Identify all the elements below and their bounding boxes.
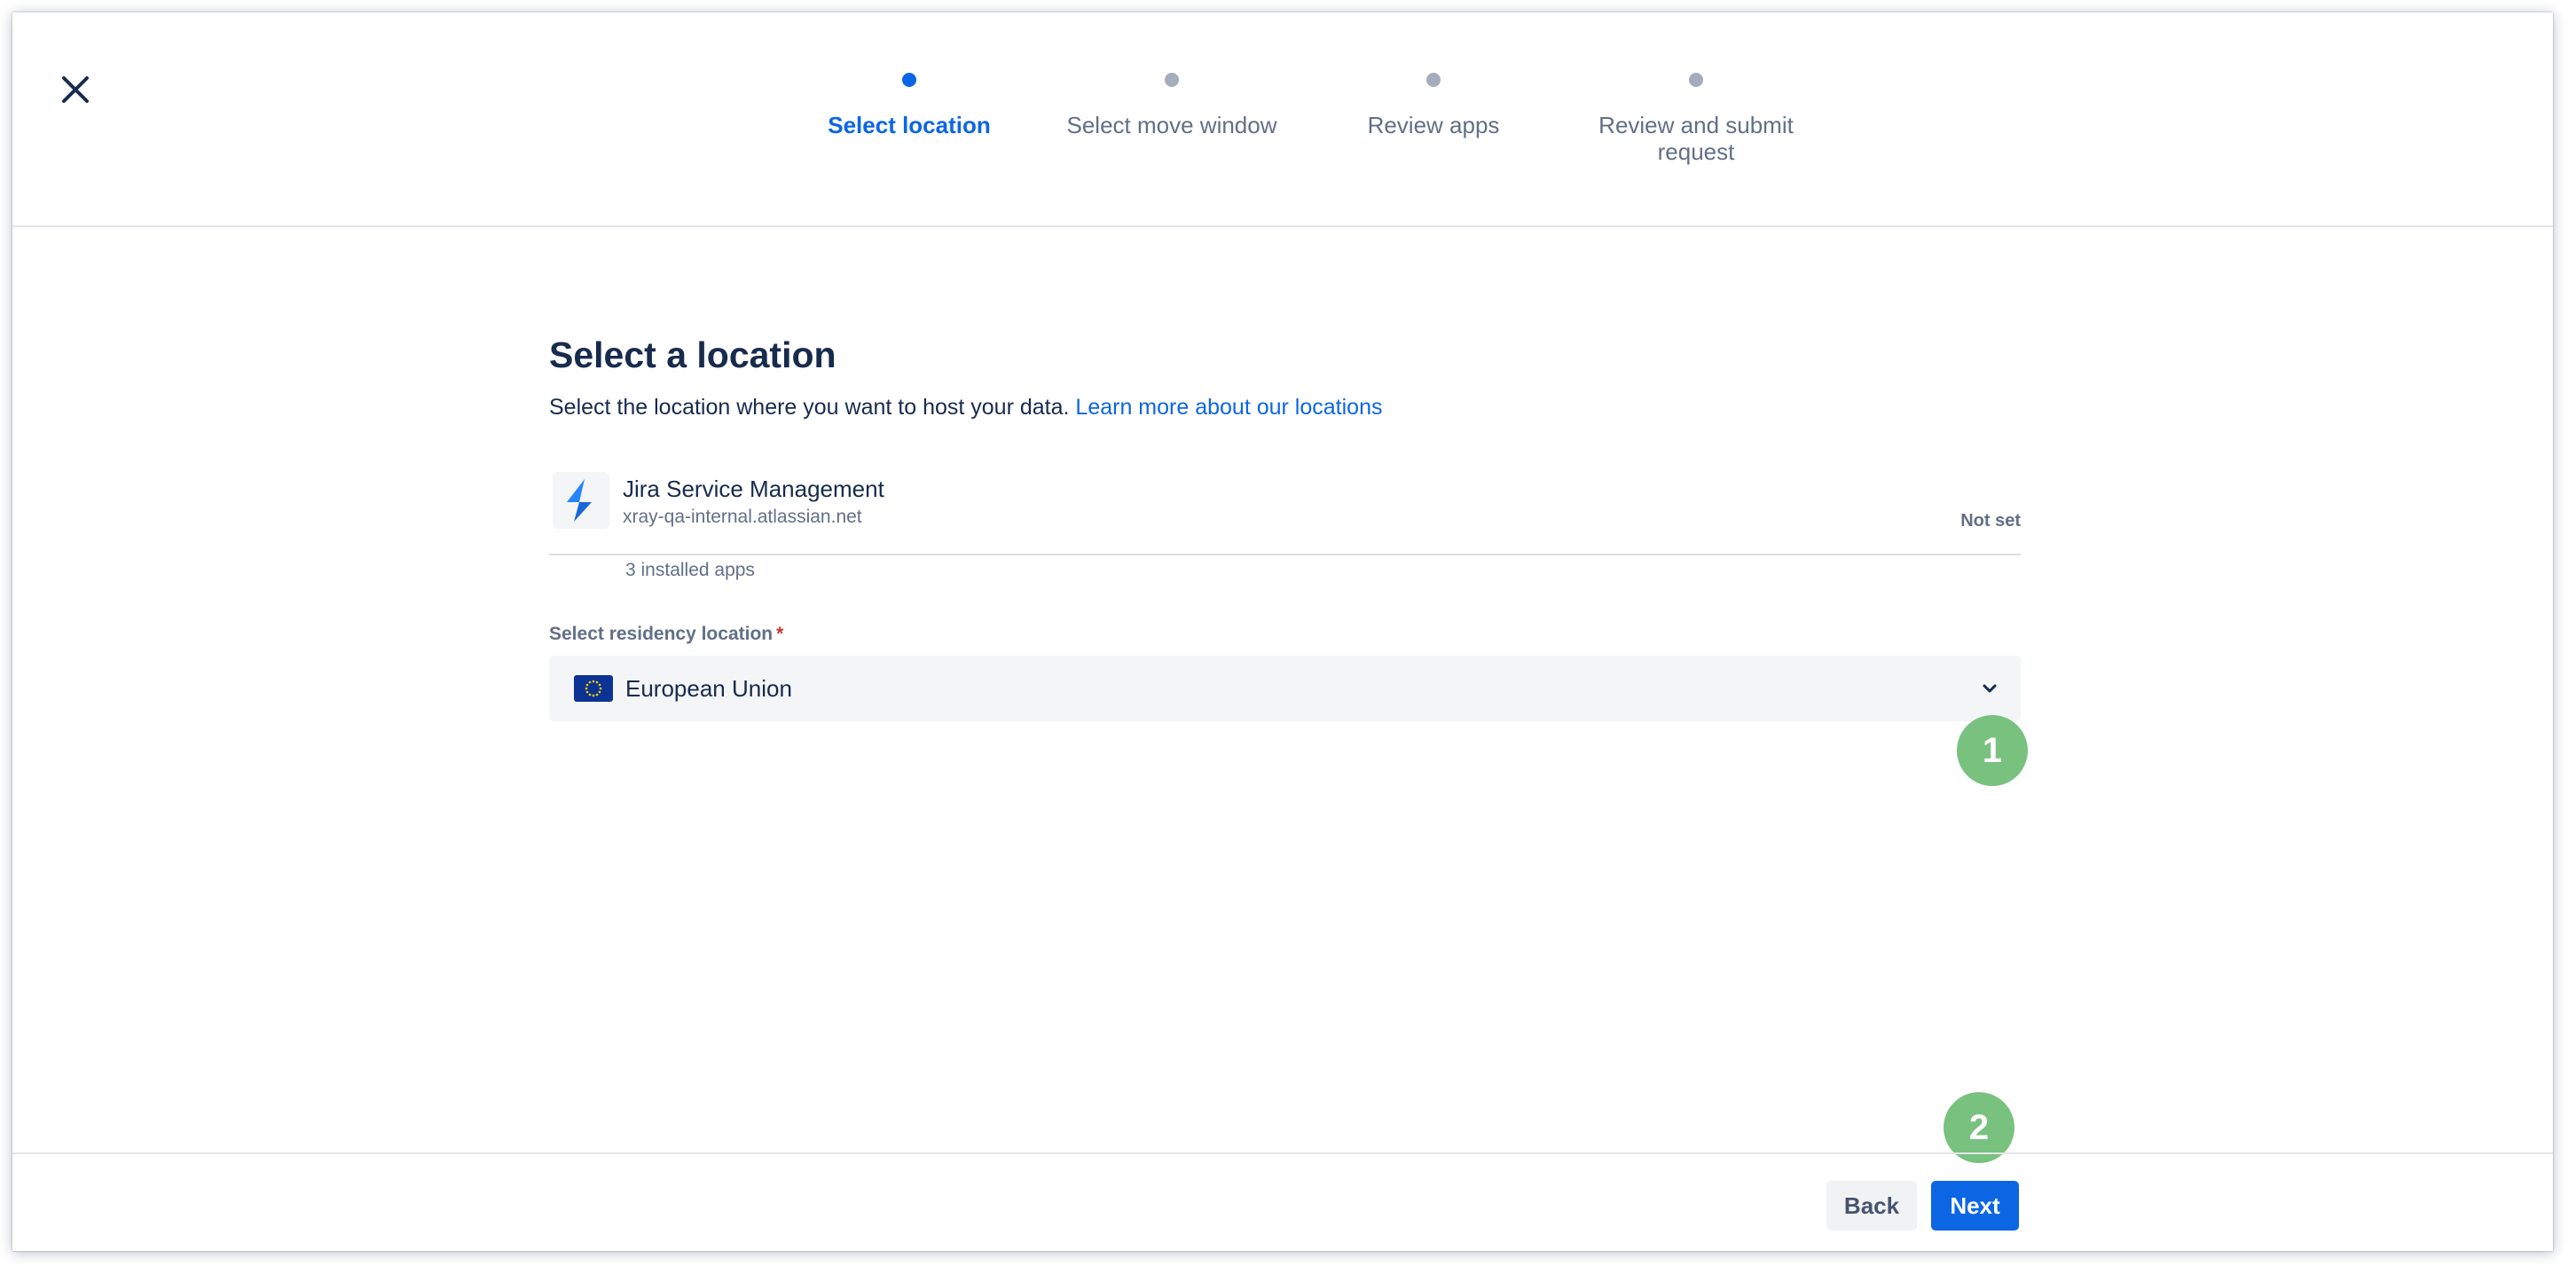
step-dot [1165,73,1179,87]
step-dot-active [902,73,916,87]
eu-flag-icon [574,675,613,702]
step-dot [1426,73,1441,87]
product-row: Jira Service Management xray-qa-internal… [549,472,2021,555]
residency-field-label: Select residency location * [549,623,783,646]
next-button[interactable]: Next [1931,1181,2019,1231]
page-description: Select the location where you want to ho… [549,392,2021,422]
required-indicator: * [776,624,784,644]
description-text: Select the location where you want to ho… [549,395,1070,420]
header-divider [12,225,2553,227]
residency-label-text: Select residency location [549,624,774,644]
progress-stepper: Select location Select move window Revie… [12,12,2553,225]
chevron-down-icon [1983,684,1997,693]
back-button[interactable]: Back [1826,1181,1917,1231]
footer-divider [12,1152,2553,1154]
location-status: Not set [1960,511,2021,531]
step-dot [1689,73,1703,87]
page-title: Select a location [549,334,836,375]
residency-location-select[interactable]: European Union [549,656,2021,721]
step-label: Review apps [1367,112,1500,138]
dialog-frame: Select location Select move window Revie… [12,12,2553,1251]
learn-more-link[interactable]: Learn more about our locations [1075,395,1382,420]
step-marker-1: 1 [1957,715,2028,786]
step-label: Review and submit request [1598,112,1794,165]
location-form: Select a location Select the location wh… [549,332,2021,721]
selected-location: European Union [625,675,792,702]
product-url: xray-qa-internal.atlassian.net [623,507,862,527]
step-label: Select move window [1066,112,1277,138]
product-name: Jira Service Management [623,476,884,502]
step-label: Select location [828,112,991,138]
jira-service-management-icon [553,472,609,529]
installed-apps-count: 3 installed apps [625,560,755,580]
